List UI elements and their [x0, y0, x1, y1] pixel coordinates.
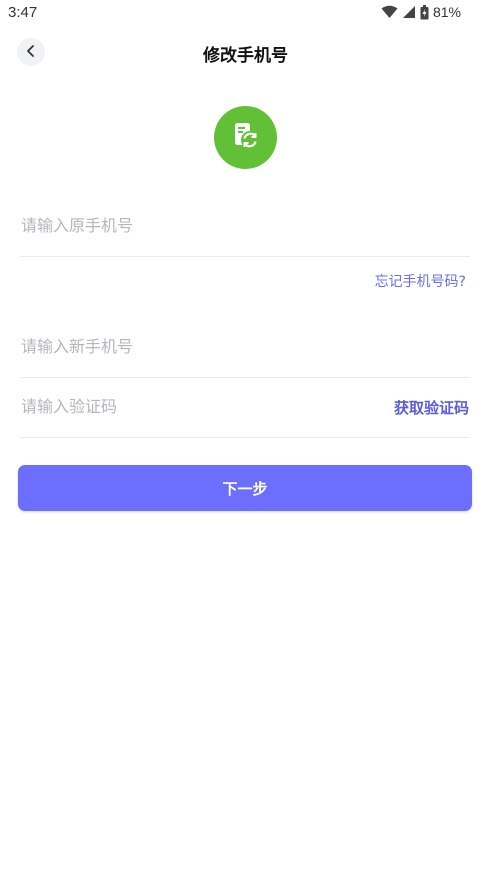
new-phone-field [20, 317, 470, 378]
get-code-button[interactable]: 获取验证码 [394, 397, 469, 418]
battery-icon [420, 4, 429, 20]
battery-percent: 81% [432, 4, 461, 20]
phone-change-logo [214, 106, 277, 169]
wifi-icon [381, 5, 398, 19]
forgot-phone-link[interactable]: 忘记手机号码? [375, 271, 466, 291]
verification-code-field: 获取验证码 [20, 377, 470, 438]
status-bar: 3:47 81% [0, 0, 491, 28]
phone-sync-icon [230, 120, 262, 156]
status-time: 3:47 [8, 4, 38, 21]
header: 修改手机号 [0, 34, 491, 70]
old-phone-input[interactable] [21, 196, 381, 255]
page-title: 修改手机号 [203, 46, 288, 66]
next-step-button[interactable]: 下一步 [18, 465, 472, 511]
cellular-signal-icon [402, 5, 416, 19]
new-phone-input[interactable] [21, 317, 381, 376]
verification-code-input[interactable] [21, 377, 381, 436]
old-phone-field [20, 196, 470, 257]
status-icons: 81% [381, 4, 461, 20]
